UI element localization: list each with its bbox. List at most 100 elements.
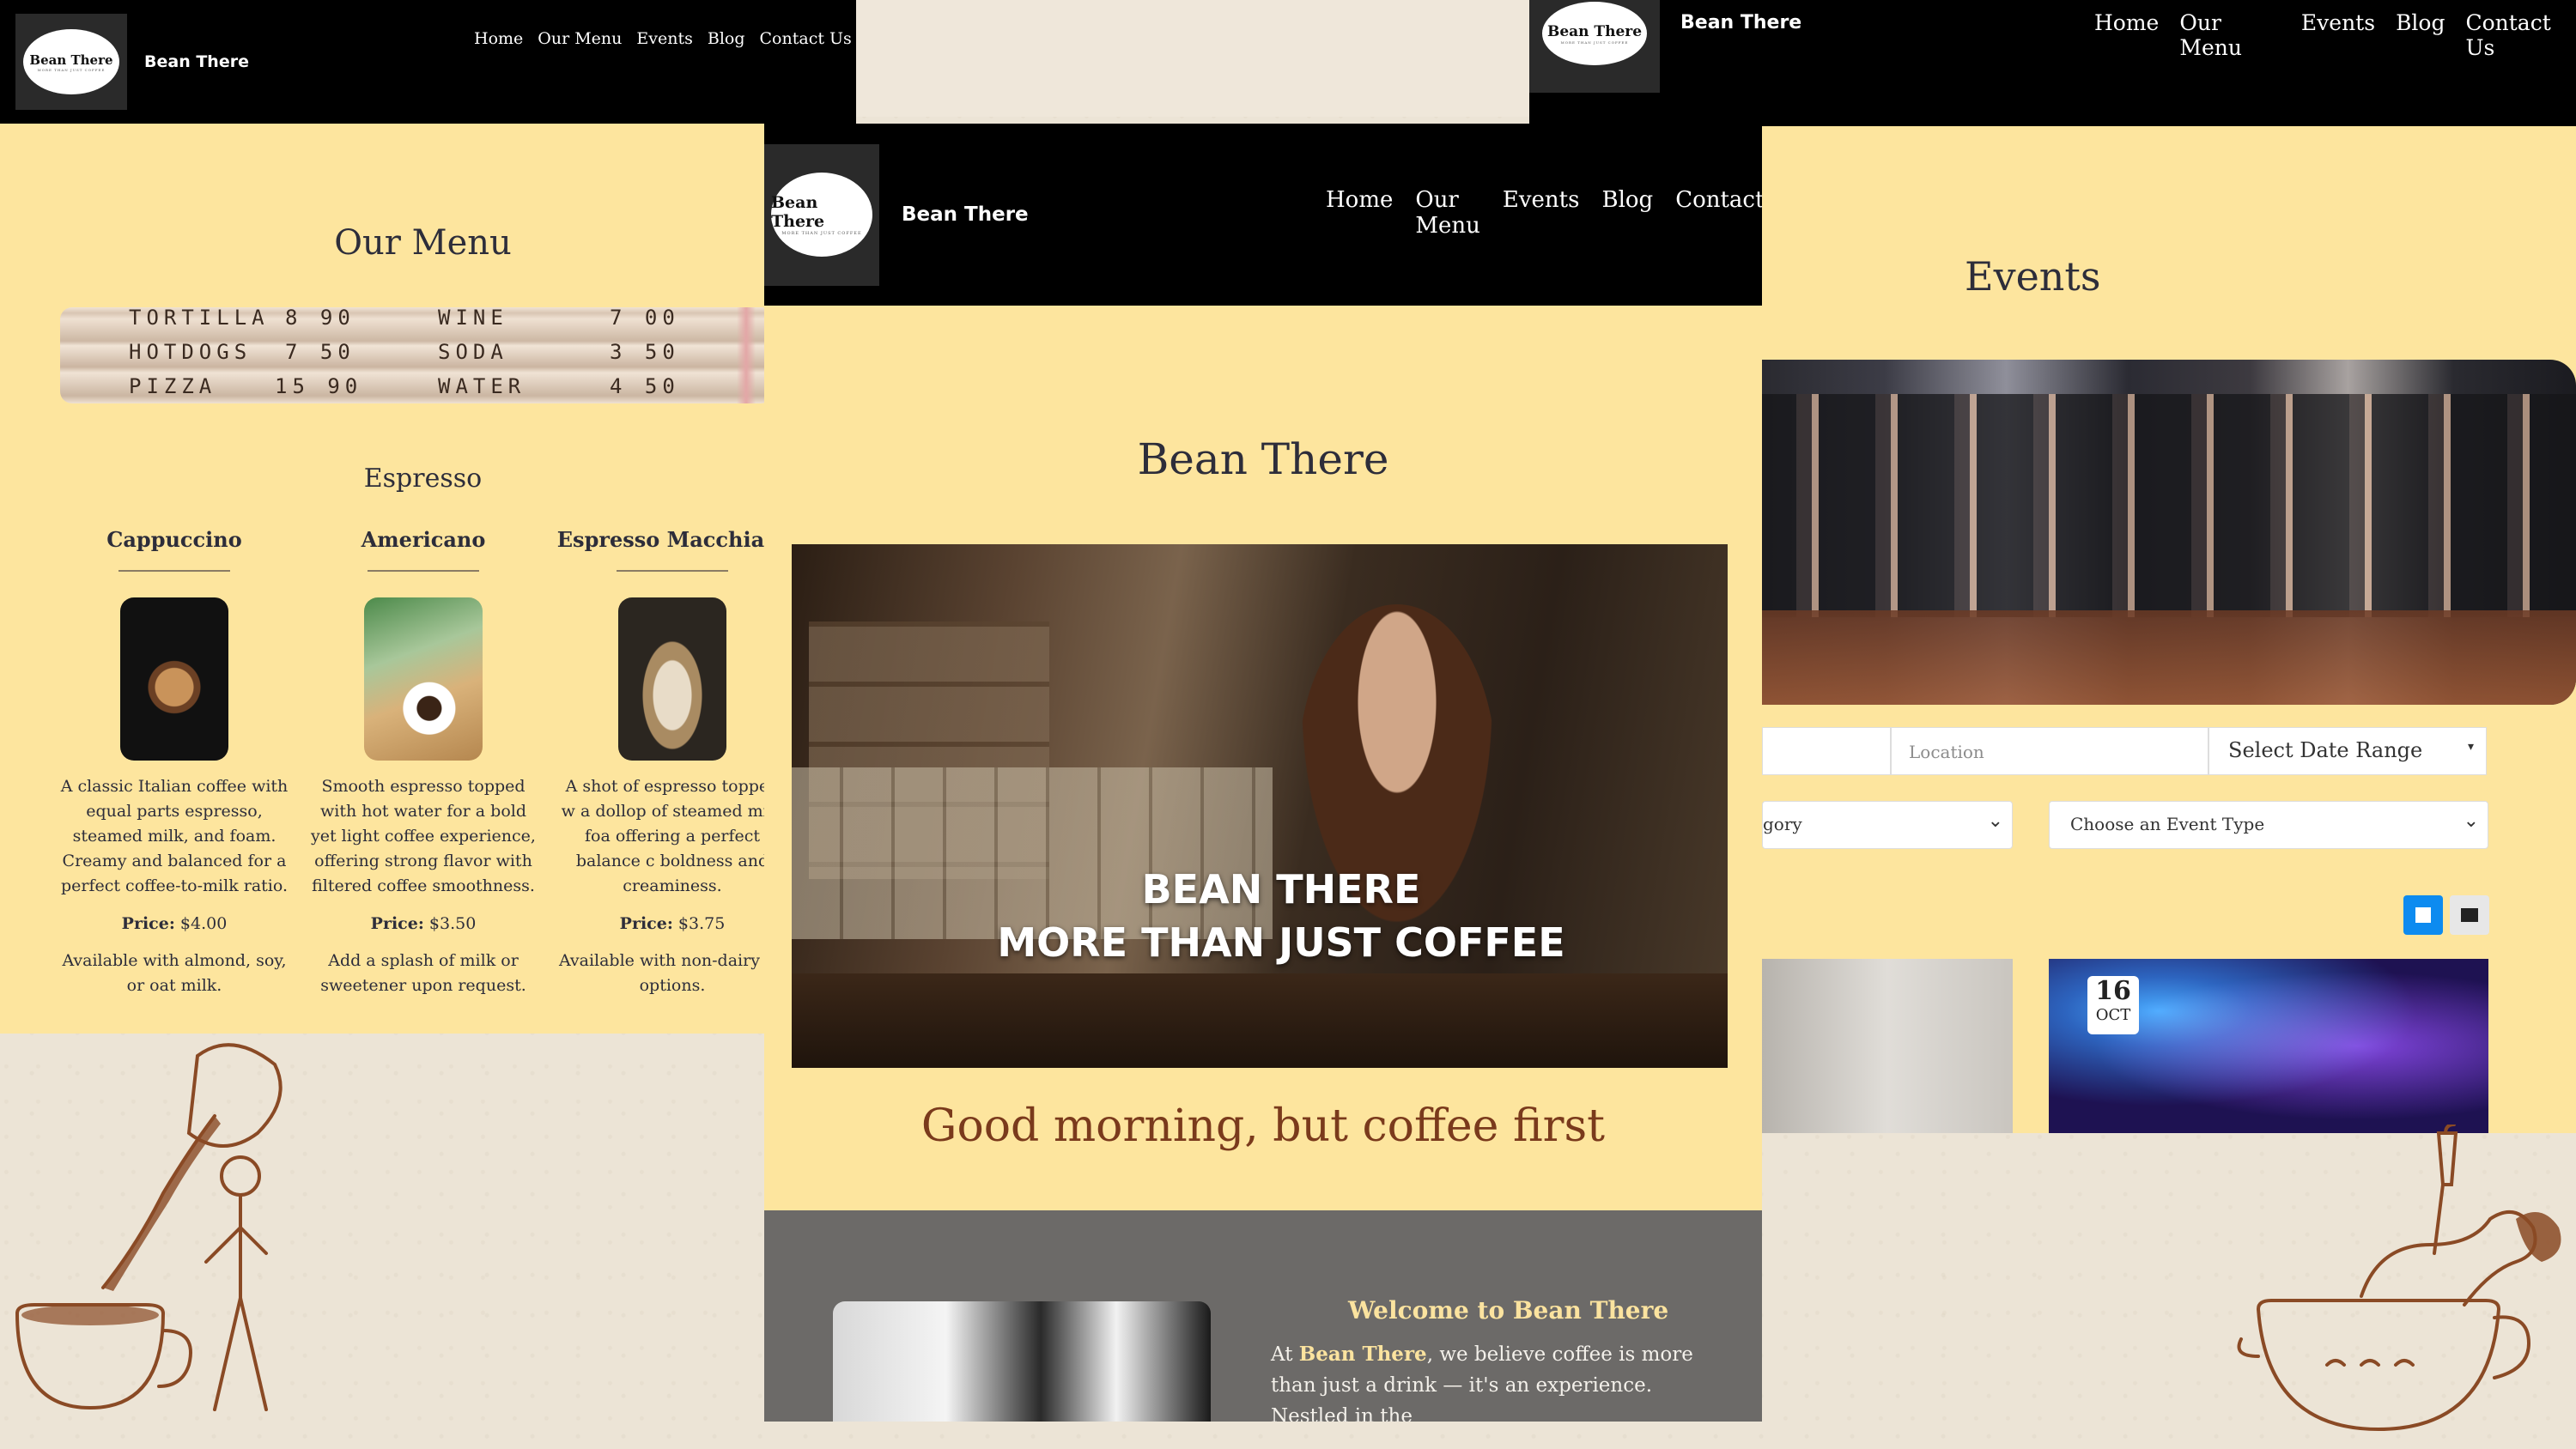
menu-page: Our Menu TORTILLA 8 90 WINE 7 00 HOTDOGS…	[0, 124, 764, 1034]
logo-tagline: MORE THAN JUST COFFEE	[781, 231, 862, 236]
nav-contact-us[interactable]: Contact Us	[760, 29, 852, 48]
menu-item-name: Americano	[361, 527, 486, 552]
list-view-button[interactable]	[2450, 895, 2489, 935]
board-accent	[737, 307, 756, 403]
board-item: PIZZA	[129, 374, 217, 398]
hero-text: BEAN THERE MORE THAN JUST COFFEE	[792, 863, 1728, 969]
page-title: Events	[1965, 253, 2101, 300]
menu-board-image: TORTILLA 8 90 WINE 7 00 HOTDOGS 7 50 SOD…	[60, 307, 764, 403]
menu-item-description: A shot of espresso topped w a dollop of …	[561, 777, 764, 895]
menu-board-row: PIZZA 15 90 WATER 4 50	[60, 371, 764, 402]
events-crowd-photo	[1762, 360, 2576, 705]
divider	[118, 570, 230, 572]
brand-name[interactable]: Bean There	[902, 203, 1029, 226]
category-select-value: gory	[1763, 814, 1802, 834]
menu-page-navbar: Bean There MORE THAN JUST COFFEE Bean Th…	[0, 0, 856, 124]
nav-events[interactable]: Events	[636, 29, 692, 48]
nav-blog[interactable]: Blog	[2396, 10, 2445, 60]
events-page-navbar: Bean There MORE THAN JUST COFFEE Bean Th…	[1529, 0, 2576, 126]
board-price: 3 50	[610, 340, 680, 364]
menu-item-americano: Americano Smooth espresso topped with ho…	[307, 527, 539, 998]
page-title: Bean There	[1137, 434, 1389, 484]
nav-blog[interactable]: Blog	[1601, 187, 1653, 239]
crowd-figures	[1762, 394, 2576, 617]
logo[interactable]: Bean There MORE THAN JUST COFFEE	[15, 14, 127, 110]
location-placeholder: Location	[1909, 742, 1984, 762]
board-price: 8 90	[285, 307, 355, 330]
pouring-coffee-illustration	[15, 1043, 283, 1411]
home-page-navbar: Bean There MORE THAN JUST COFFEE Bean Th…	[764, 124, 1762, 306]
event-card-concert[interactable]: 16 OCT	[2049, 959, 2488, 1133]
logo[interactable]: Bean There MORE THAN JUST COFFEE	[1529, 0, 1660, 93]
menu-item-description: Smooth espresso topped with hot water fo…	[311, 777, 536, 895]
menu-item-name: Cappuccino	[106, 527, 242, 552]
nav-our-menu[interactable]: Our Menu	[1415, 187, 1480, 239]
board-item: WATER	[438, 374, 526, 398]
menu-item-espresso-macchiato: Espresso Macchiato A shot of espresso to…	[556, 527, 764, 998]
board-item: TORTILLA	[129, 307, 270, 330]
brand-name[interactable]: Bean There	[144, 52, 249, 71]
nav-home[interactable]: Home	[2094, 10, 2159, 60]
nav-our-menu[interactable]: Our Menu	[2179, 10, 2281, 60]
page-title: Our Menu	[334, 223, 512, 263]
category-select[interactable]: gory ⌄	[1762, 801, 2013, 849]
divider	[368, 570, 479, 572]
welcome-text: At Bean There, we believe coffee is more…	[1271, 1339, 1735, 1422]
main-nav: Home Our Menu Events Blog Contact Us	[2094, 10, 2576, 60]
price-value: $3.50	[428, 914, 477, 933]
hero-counter	[792, 973, 1728, 1068]
chevron-down-icon: ⌄	[2463, 810, 2479, 832]
board-item: HOTDOGS	[129, 340, 252, 364]
price-value: $4.00	[179, 914, 228, 933]
nav-home[interactable]: Home	[474, 29, 523, 48]
logo-tagline: MORE THAN JUST COFFEE	[37, 67, 106, 72]
coffee-cup-relaxing-illustration	[2237, 1125, 2561, 1432]
board-price: 4 50	[610, 374, 680, 398]
event-type-select[interactable]: Choose an Event Type ⌄	[2049, 801, 2488, 849]
location-input[interactable]: Location	[1891, 727, 2208, 775]
barista-photo	[833, 1301, 1211, 1422]
section-title-espresso: Espresso	[363, 464, 483, 494]
hero-line-2: MORE THAN JUST COFFEE	[997, 919, 1565, 966]
cappuccino-photo	[120, 597, 228, 761]
welcome-prefix: At	[1271, 1343, 1299, 1366]
date-range-label: Select Date Range	[2228, 738, 2423, 762]
menu-item-note: Available with almond, soy, or oat milk.	[62, 951, 287, 995]
grid-view-icon	[2415, 907, 2431, 923]
price-label: Price:	[370, 914, 424, 933]
grid-view-button[interactable]	[2403, 895, 2443, 935]
price-label: Price:	[619, 914, 673, 933]
nav-events[interactable]: Events	[2301, 10, 2375, 60]
search-field-partial[interactable]	[1762, 727, 1891, 775]
welcome-section: Welcome to Bean There At Bean There, we …	[764, 1210, 1762, 1422]
logo-emblem: Bean There MORE THAN JUST COFFEE	[23, 29, 119, 94]
home-page: Bean There MORE THAN JUST COFFEE Bean Th…	[764, 124, 1762, 1422]
nav-our-menu[interactable]: Our Menu	[538, 29, 622, 48]
hero-banner: BEAN THERE MORE THAN JUST COFFEE	[792, 544, 1728, 1068]
main-nav: Home Our Menu Events Blog Contact	[1326, 187, 1762, 239]
price-value: $3.75	[677, 914, 726, 933]
brand-name[interactable]: Bean There	[1680, 12, 1801, 33]
main-nav: Home Our Menu Events Blog Contact Us	[474, 29, 852, 48]
nav-home[interactable]: Home	[1326, 187, 1393, 239]
nav-events[interactable]: Events	[1503, 187, 1580, 239]
logo-text: Bean There	[771, 193, 825, 231]
americano-photo	[364, 597, 483, 761]
nav-contact[interactable]: Contact	[1675, 187, 1762, 239]
event-month: OCT	[2095, 1006, 2131, 1024]
chevron-down-icon: ⌄	[1987, 810, 2003, 832]
macchiato-photo	[618, 597, 726, 761]
menu-item-name: Espresso Macchiato	[556, 527, 764, 552]
date-range-select[interactable]: Select Date Range ▾	[2208, 727, 2487, 775]
list-view-icon	[2461, 908, 2478, 922]
nav-blog[interactable]: Blog	[708, 29, 745, 48]
menu-item-description: A classic Italian coffee with equal part…	[60, 777, 289, 895]
caret-down-icon: ▾	[2467, 740, 2474, 754]
logo[interactable]: Bean There MORE THAN JUST COFFEE	[764, 143, 879, 286]
menu-board-row: TORTILLA 8 90 WINE 7 00	[60, 307, 764, 333]
nav-contact-us[interactable]: Contact Us	[2465, 10, 2576, 60]
crowd-floor	[1762, 610, 2576, 705]
event-type-value: Choose an Event Type	[2070, 814, 2265, 834]
divider	[617, 570, 728, 572]
event-card-writing[interactable]	[1762, 959, 2013, 1133]
